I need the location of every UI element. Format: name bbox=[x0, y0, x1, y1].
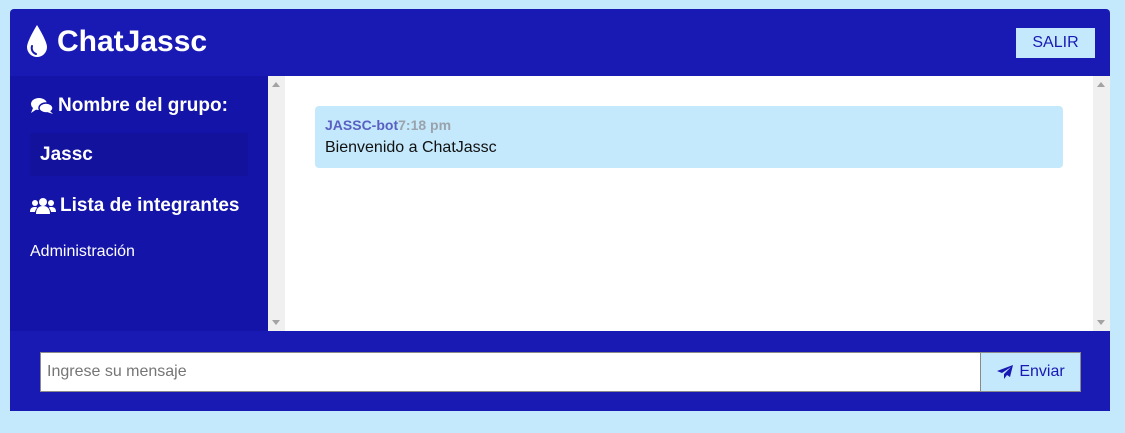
group-name: Jassc bbox=[30, 133, 248, 176]
message-author: JASSC-bot bbox=[325, 117, 399, 133]
chat-message: JASSC-bot7:18 pm Bienvenido a ChatJassc bbox=[315, 106, 1063, 168]
message-input[interactable] bbox=[40, 352, 980, 392]
left-scrollbar[interactable] bbox=[268, 76, 285, 331]
scroll-down-arrow-icon[interactable] bbox=[1097, 320, 1105, 325]
group-name-heading: Nombre del grupo: bbox=[30, 95, 228, 117]
members-heading-label: Lista de integrantes bbox=[60, 195, 240, 216]
droplet-icon bbox=[27, 25, 47, 57]
app-title: ChatJassc bbox=[57, 25, 208, 58]
users-icon bbox=[30, 198, 56, 214]
members-heading: Lista de integrantes bbox=[30, 195, 240, 217]
scroll-up-arrow-icon[interactable] bbox=[272, 82, 280, 87]
sidebar: Nombre del grupo: Jassc Lista de integra… bbox=[10, 76, 268, 331]
chat-messages-panel: JASSC-bot7:18 pm Bienvenido a ChatJassc bbox=[268, 76, 1110, 331]
message-composer: Enviar bbox=[10, 331, 1110, 411]
logout-button[interactable]: SALIR bbox=[1016, 28, 1095, 58]
chat-app: ChatJassc SALIR Nombre del grupo: Jassc bbox=[10, 9, 1110, 411]
send-button[interactable]: Enviar bbox=[980, 352, 1081, 392]
message-time: 7:18 pm bbox=[398, 117, 452, 133]
message-meta: JASSC-bot7:18 pm bbox=[325, 116, 1053, 134]
member-item: Administración bbox=[30, 243, 135, 260]
send-button-label: Enviar bbox=[1019, 363, 1065, 380]
comments-icon bbox=[31, 98, 54, 114]
app-header: ChatJassc SALIR bbox=[10, 9, 1110, 76]
right-scrollbar[interactable] bbox=[1093, 76, 1110, 331]
scroll-up-arrow-icon[interactable] bbox=[1097, 82, 1105, 87]
paper-plane-icon bbox=[997, 365, 1014, 379]
message-text: Bienvenido a ChatJassc bbox=[325, 139, 497, 156]
scroll-down-arrow-icon[interactable] bbox=[272, 320, 280, 325]
group-name-heading-label: Nombre del grupo: bbox=[58, 95, 228, 116]
